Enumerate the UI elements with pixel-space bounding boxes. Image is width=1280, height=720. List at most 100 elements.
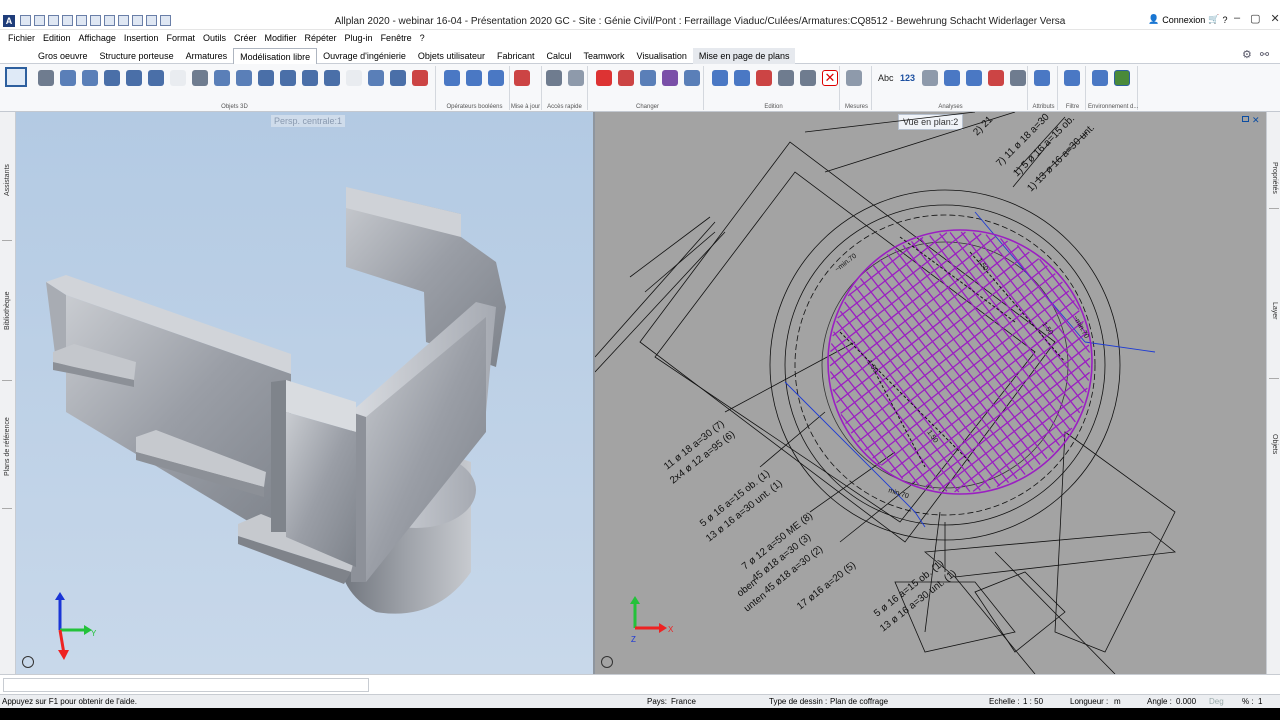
workspace-icon[interactable] (5, 67, 27, 87)
tab-teamwork[interactable]: Teamwork (578, 48, 631, 65)
mirror-icon[interactable] (734, 70, 750, 86)
tab-visualisation[interactable]: Visualisation (631, 48, 693, 65)
check-icon[interactable] (988, 70, 1004, 86)
edit-icon[interactable] (62, 15, 73, 26)
save-icon[interactable] (48, 15, 59, 26)
measure-quick-icon[interactable] (568, 70, 584, 86)
minimize-icon[interactable]: – (1234, 12, 1240, 25)
status-pays[interactable]: France (671, 697, 696, 706)
menu-fichier[interactable]: Fichier (8, 30, 39, 46)
polyline-icon[interactable] (192, 70, 208, 86)
status-pct[interactable]: 1 (1258, 697, 1262, 706)
update-icon[interactable] (514, 70, 530, 86)
eraser-icon[interactable] (596, 70, 612, 86)
filter-icon[interactable] (1064, 70, 1080, 86)
modify-icon[interactable] (618, 70, 634, 86)
quick-access-icon[interactable] (546, 70, 562, 86)
status-type[interactable]: Plan de coffrage (830, 697, 888, 706)
menu-fenetre[interactable]: Fenêtre (381, 30, 416, 46)
maximize-icon[interactable]: ▢ (1250, 12, 1260, 25)
ruler-icon[interactable] (846, 70, 862, 86)
menu-repeter[interactable]: Répéter (305, 30, 341, 46)
palette-plans-reference[interactable]: Plans de référence (4, 417, 11, 476)
cart-icon[interactable]: 🛒 (1208, 14, 1219, 25)
fillet-icon[interactable] (412, 70, 428, 86)
layout-icon[interactable] (146, 15, 157, 26)
menu-format[interactable]: Format (166, 30, 199, 46)
connexion-button[interactable]: 👤 Connexion 🛒 ? (1148, 14, 1227, 25)
tab-structure-porteuse[interactable]: Structure porteuse (94, 48, 180, 65)
allplan-logo[interactable]: A (3, 15, 15, 27)
palette-proprietes[interactable]: Propriétés (1271, 162, 1278, 194)
command-input[interactable] (3, 678, 369, 692)
menu-modifier[interactable]: Modifier (265, 30, 301, 46)
tab-modelisation-libre[interactable]: Modélisation libre (233, 48, 318, 65)
intersect-icon[interactable] (488, 70, 504, 86)
window-icon[interactable] (118, 15, 129, 26)
navigation-icon[interactable] (22, 656, 34, 668)
redo-icon[interactable] (104, 15, 115, 26)
viewport-plan[interactable]: Vue en plan:2 ✕ 2) 21 7) 11 ø 18 a=30 1)… (595, 112, 1266, 674)
menu-affichage[interactable]: Affichage (79, 30, 120, 46)
line-3d-icon[interactable] (38, 70, 54, 86)
gear-icon[interactable]: ⚙ (1242, 48, 1252, 61)
tab-objets-utilisateur[interactable]: Objets utilisateur (412, 48, 491, 65)
viewport-3d[interactable]: Persp. centrale:1 Y (16, 112, 593, 674)
tab-fabricant[interactable]: Fabricant (491, 48, 541, 65)
list-icon[interactable] (922, 70, 938, 86)
tab-ouvrage-ingenierie[interactable]: Ouvrage d'ingénierie (317, 48, 412, 65)
rotate-icon[interactable] (756, 70, 772, 86)
status-echelle[interactable]: 1 : 50 (1023, 697, 1043, 706)
report-icon[interactable] (944, 70, 960, 86)
subtract-icon[interactable] (466, 70, 482, 86)
environment-active-icon[interactable] (1114, 70, 1130, 86)
wedge-icon[interactable] (82, 70, 98, 86)
box-icon[interactable] (60, 70, 76, 86)
menu-outils[interactable]: Outils (203, 30, 230, 46)
move-icon[interactable] (800, 70, 816, 86)
tab-mise-en-page[interactable]: Mise en page de plans (692, 48, 796, 65)
status-angle[interactable]: 0.000 (1176, 697, 1196, 706)
help-icon[interactable]: ? (1222, 15, 1227, 25)
attributes-icon[interactable] (1034, 70, 1050, 86)
tools-icon[interactable] (160, 15, 171, 26)
menu-insertion[interactable]: Insertion (124, 30, 163, 46)
palette-objets[interactable]: Objets (1271, 434, 1278, 454)
menu-edition[interactable]: Edition (43, 30, 75, 46)
open-file-icon[interactable] (34, 15, 45, 26)
network-icon[interactable]: ⚯ (1260, 48, 1269, 61)
print-icon[interactable] (76, 15, 87, 26)
stretch-icon[interactable] (640, 70, 656, 86)
scale-icon[interactable] (778, 70, 794, 86)
union-icon[interactable] (444, 70, 460, 86)
status-longueur[interactable]: m (1114, 697, 1121, 706)
cylinder-icon[interactable] (104, 70, 120, 86)
extrude-icon[interactable] (258, 70, 274, 86)
new-file-icon[interactable] (20, 15, 31, 26)
copy-icon[interactable] (712, 70, 728, 86)
sphere-icon[interactable] (126, 70, 142, 86)
menu-creer[interactable]: Créer (234, 30, 261, 46)
palette-assistants[interactable]: Assistants (4, 164, 11, 196)
tab-calcul[interactable]: Calcul (540, 48, 577, 65)
close-icon[interactable]: ✕ (1271, 12, 1280, 25)
surface-icon[interactable] (214, 70, 230, 86)
number-123-icon[interactable]: 123 (900, 70, 916, 86)
loft-icon[interactable] (302, 70, 318, 86)
shell-icon[interactable] (368, 70, 384, 86)
environment-icon[interactable] (1092, 70, 1108, 86)
spline-icon[interactable] (236, 70, 252, 86)
palette-bibliotheque[interactable]: Bibliothèque (4, 291, 11, 330)
polyline-edit-icon[interactable] (662, 70, 678, 86)
revolve-icon[interactable] (280, 70, 296, 86)
text-abc-icon[interactable]: Abc (878, 70, 894, 86)
palette-layer[interactable]: Layer (1271, 302, 1278, 320)
sheet-icon[interactable] (966, 70, 982, 86)
undo-icon[interactable] (90, 15, 101, 26)
split-icon[interactable] (684, 70, 700, 86)
tab-gros-oeuvre[interactable]: Gros oeuvre (32, 48, 94, 65)
settings-icon[interactable] (132, 15, 143, 26)
navigation-icon[interactable] (601, 656, 613, 668)
tab-armatures[interactable]: Armatures (180, 48, 234, 65)
menu-help[interactable]: ? (420, 30, 429, 46)
